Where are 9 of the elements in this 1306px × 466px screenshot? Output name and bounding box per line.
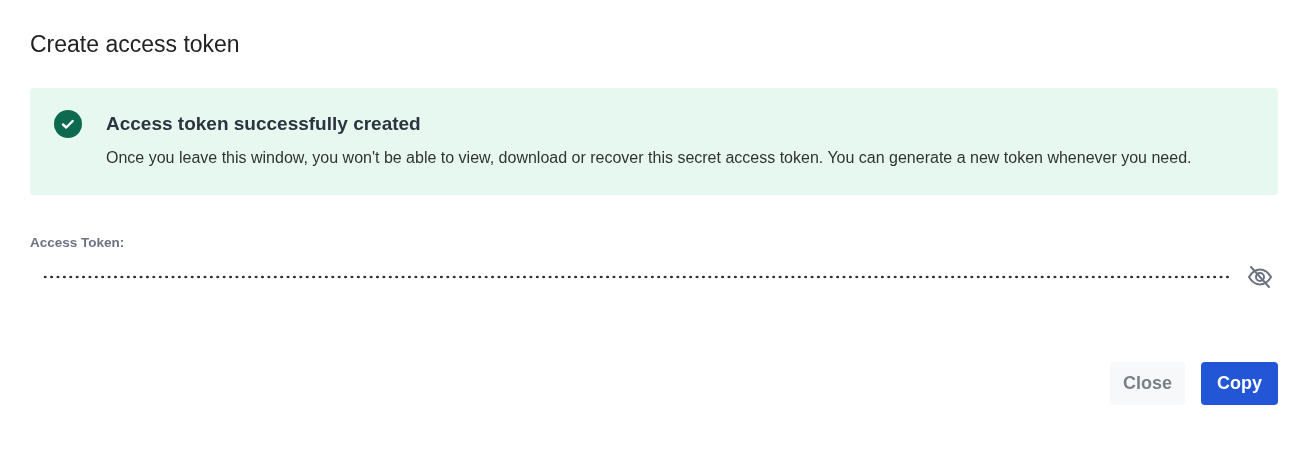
copy-button[interactable]: Copy (1201, 362, 1278, 405)
eye-slash-icon[interactable] (1246, 264, 1274, 290)
close-button[interactable]: Close (1109, 362, 1185, 405)
alert-title: Access token successfully created (106, 112, 422, 136)
masked-token-field[interactable] (42, 273, 1230, 281)
check-circle-icon (54, 110, 82, 138)
alert-message: Once you leave this window, you won't be able to view, download or recover this secret access token. You can generate a new token whenever you need. (106, 148, 1192, 168)
field-label: Access Token: (30, 235, 126, 250)
dialog-title: Create access token (30, 30, 241, 58)
